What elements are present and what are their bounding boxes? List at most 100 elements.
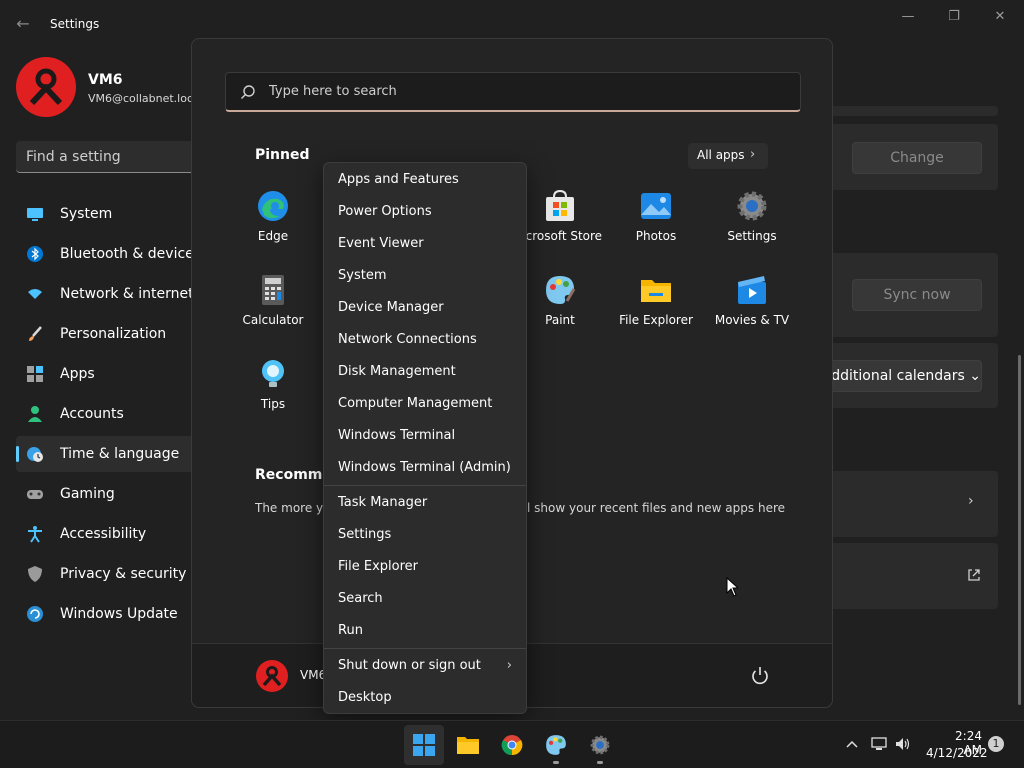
notification-badge[interactable]: 1 [988, 736, 1004, 752]
sidebar-item-accessibility[interactable]: Accessibility [16, 516, 216, 552]
all-apps-button[interactable]: All apps › [688, 143, 768, 169]
edge-icon [258, 191, 288, 221]
open-external-icon [968, 569, 980, 581]
sidebar-item-label: Accounts [60, 406, 124, 422]
folder-icon [457, 737, 479, 754]
sync-now-button[interactable]: Sync now [852, 279, 982, 311]
menu-item-system[interactable]: System [324, 260, 526, 292]
pinned-app-calculator[interactable]: Calculator [225, 273, 321, 327]
sidebar-item-accounts[interactable]: Accounts [16, 396, 216, 432]
profile-avatar[interactable] [16, 57, 76, 117]
taskbar-chrome[interactable] [492, 725, 532, 765]
menu-item-settings[interactable]: Settings [324, 519, 526, 551]
sidebar-item-label: Network & internet [60, 286, 194, 302]
start-search-input[interactable]: Type here to search [225, 72, 801, 112]
pinned-app-settings[interactable]: Settings [704, 189, 800, 243]
sidebar-item-label: Bluetooth & devices [60, 246, 202, 262]
pinned-app-edge[interactable]: Edge [225, 189, 321, 243]
profile-name: VM6 [88, 72, 123, 88]
pinned-heading: Pinned [255, 147, 310, 163]
sidebar-item-time-language[interactable]: Time & language [16, 436, 216, 472]
sidebar-item-apps[interactable]: Apps [16, 356, 216, 392]
chevron-up-icon[interactable] [843, 735, 861, 753]
sidebar-item-bluetooth[interactable]: Bluetooth & devices [16, 236, 216, 272]
sidebar-item-system[interactable]: System [16, 196, 216, 232]
sidebar-item-label: Accessibility [60, 526, 147, 542]
minimize-button[interactable]: — [888, 6, 928, 28]
clock-date[interactable]: 4/12/2022 [926, 746, 988, 760]
pinned-app-tips[interactable]: Tips [225, 357, 321, 411]
sidebar-item-label: Apps [60, 366, 95, 382]
chevron-right-icon: › [506, 658, 512, 673]
shield-icon [28, 566, 42, 582]
all-apps-label: All apps [697, 148, 745, 162]
menu-separator [324, 485, 526, 486]
folder-icon [641, 280, 671, 302]
app-label: Edge [257, 229, 289, 243]
taskbar: 2:24 AM 4/12/2022 1 [0, 720, 1024, 768]
power-icon[interactable] [748, 664, 772, 688]
photos-icon [641, 193, 671, 219]
app-label: Photos [635, 229, 677, 243]
app-label: File Explorer [619, 313, 693, 327]
menu-item-event-viewer[interactable]: Event Viewer [324, 228, 526, 260]
volume-icon[interactable] [894, 735, 912, 753]
profile-email: VM6@collabnet.local [88, 92, 203, 105]
sidebar-item-label: Privacy & security [60, 566, 187, 582]
menu-item-task-manager[interactable]: Task Manager [324, 487, 526, 519]
pinned-app-photos[interactable]: Photos [608, 189, 704, 243]
sidebar-item-privacy[interactable]: Privacy & security [16, 556, 216, 592]
taskbar-paint[interactable] [536, 725, 576, 765]
menu-item-shutdown[interactable]: Shut down or sign out › [324, 650, 526, 682]
calendars-dropdown-label: Additional calendars [821, 368, 965, 384]
quick-link-menu: Apps and Features Power Options Event Vi… [323, 162, 527, 714]
scrollbar[interactable] [1018, 355, 1021, 705]
brush-icon [29, 326, 42, 341]
network-icon[interactable] [870, 735, 888, 753]
menu-item-apps-features[interactable]: Apps and Features [324, 164, 526, 196]
change-button[interactable]: Change [852, 142, 982, 174]
menu-item-file-explorer[interactable]: File Explorer [324, 551, 526, 583]
sidebar-item-gaming[interactable]: Gaming [16, 476, 216, 512]
taskbar-file-explorer[interactable] [448, 725, 488, 765]
avatar[interactable] [256, 660, 288, 692]
menu-item-desktop[interactable]: Desktop [324, 682, 526, 714]
menu-item-disk-management[interactable]: Disk Management [324, 356, 526, 388]
settings-card [830, 106, 998, 116]
chevron-down-icon: ⌄ [969, 368, 981, 384]
sidebar-item-personalization[interactable]: Personalization [16, 316, 216, 352]
menu-item-computer-management[interactable]: Computer Management [324, 388, 526, 420]
movies-icon [738, 276, 766, 304]
menu-item-windows-terminal[interactable]: Windows Terminal [324, 420, 526, 452]
sidebar-item-label: Time & language [60, 446, 180, 462]
sidebar-item-label: Windows Update [60, 606, 178, 622]
chrome-icon [501, 735, 523, 756]
sidebar-item-label: Personalization [60, 326, 167, 342]
store-icon [546, 189, 574, 221]
maximize-button[interactable]: ❐ [934, 6, 974, 28]
sidebar-item-network[interactable]: Network & internet [16, 276, 216, 312]
menu-item-run[interactable]: Run [324, 615, 526, 647]
taskbar-settings[interactable] [580, 725, 620, 765]
menu-item-power-options[interactable]: Power Options [324, 196, 526, 228]
pinned-app-movies-tv[interactable]: Movies & TV [704, 273, 800, 327]
wifi-icon [28, 289, 42, 299]
running-indicator [597, 761, 603, 764]
settings-nav: System Bluetooth & devices Network & int… [16, 196, 216, 636]
menu-separator [324, 648, 526, 649]
pinned-app-file-explorer[interactable]: File Explorer [608, 273, 704, 327]
menu-item-search[interactable]: Search [324, 583, 526, 615]
menu-item-device-manager[interactable]: Device Manager [324, 292, 526, 324]
menu-item-windows-terminal-admin[interactable]: Windows Terminal (Admin) [324, 452, 526, 484]
app-label: Calculator [242, 313, 304, 327]
chevron-right-icon: › [750, 147, 756, 162]
back-button[interactable]: ← [12, 14, 34, 34]
calendars-dropdown[interactable]: Additional calendars ⌄ [820, 360, 982, 392]
menu-item-network-connections[interactable]: Network Connections [324, 324, 526, 356]
app-label: Settings [727, 229, 777, 243]
close-button[interactable]: ✕ [980, 6, 1020, 28]
search-placeholder: Type here to search [269, 84, 397, 99]
person-icon [28, 406, 42, 422]
start-button[interactable] [404, 725, 444, 765]
sidebar-item-windows-update[interactable]: Windows Update [16, 596, 216, 632]
